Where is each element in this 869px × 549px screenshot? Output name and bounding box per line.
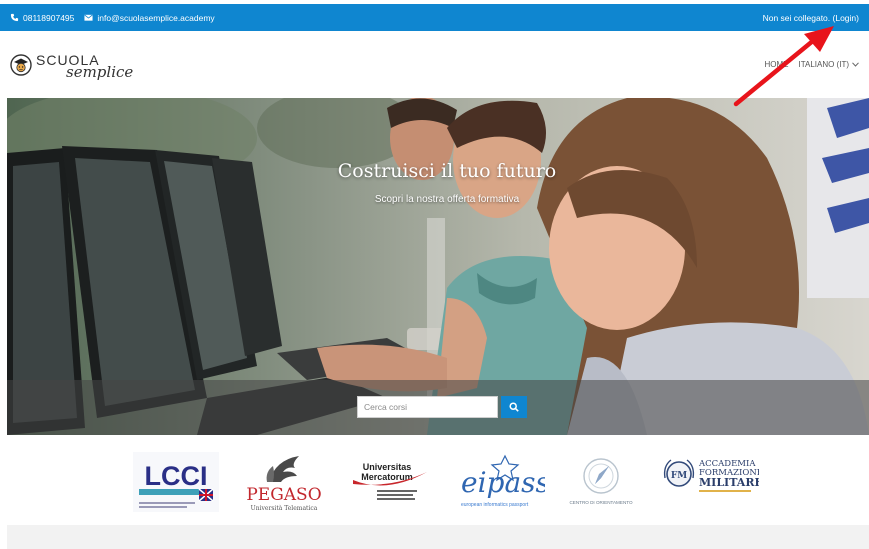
course-search-input[interactable] [357,396,498,418]
partner-orientamento[interactable]: CENTRO DI ORIENTAMENTO [563,452,639,512]
course-search [357,396,527,418]
login-status-text: Non sei collegato. ( [762,12,836,23]
partner-eipass-subtitle: european informatics passport [461,502,529,508]
search-icon [509,402,519,412]
login-status: Non sei collegato. (Login) [763,13,859,23]
hero-subtitle: Scopri la nostra offerta formativa [374,194,520,205]
phone-icon [10,13,19,22]
logo-mascot-icon [10,53,32,76]
partner-afm[interactable]: FM ACCADEMIA FORMAZIONE MILITARE [659,452,759,512]
partner-orientamento-title: CENTRO DI ORIENTAMENTO [569,500,633,505]
phone-contact[interactable]: 08118907495 [10,13,74,23]
partner-eipass[interactable]: eipass european informatics passport [453,452,545,512]
svg-text:FM: FM [671,471,687,481]
search-button[interactable] [501,396,527,418]
annotation-arrow-icon [733,26,834,107]
login-status-close: ) [856,12,859,23]
chevron-down-icon [852,62,859,67]
partner-logos: LCCI PEGASO Università Telematica Univer… [7,440,869,518]
partner-eipass-title: eipass [461,466,545,499]
partner-mercatorum-title-1: Universitas [363,462,412,472]
partner-mercatorum[interactable]: Universitas Mercatorum [347,452,433,512]
partner-pegaso[interactable]: PEGASO Università Telematica [239,452,329,512]
hero-banner: Costruisci il tuo futuro Scopri la nostr… [7,98,869,435]
login-link[interactable]: Login [835,13,856,23]
partner-lcci[interactable]: LCCI [133,452,219,512]
hero-title: Costruisci il tuo futuro [337,160,557,182]
email-contact[interactable]: info@scuolasemplice.academy [84,12,215,23]
footer-strip [7,525,869,549]
partner-afm-title-3: MILITARE [699,476,759,489]
email-address: info@scuolasemplice.academy [97,12,215,23]
logo-text-semplice: semplice [66,62,134,81]
phone-number: 08118907495 [23,12,75,23]
compass-icon [583,458,619,494]
site-logo[interactable]: SCUOLA semplice [10,50,156,81]
partner-pegaso-subtitle: Università Telematica [251,505,318,512]
logo-wordmark: SCUOLA semplice [36,50,156,81]
mail-icon [84,14,93,21]
partner-pegaso-title: PEGASO [246,485,321,505]
partner-lcci-title: LCCI [145,461,208,491]
